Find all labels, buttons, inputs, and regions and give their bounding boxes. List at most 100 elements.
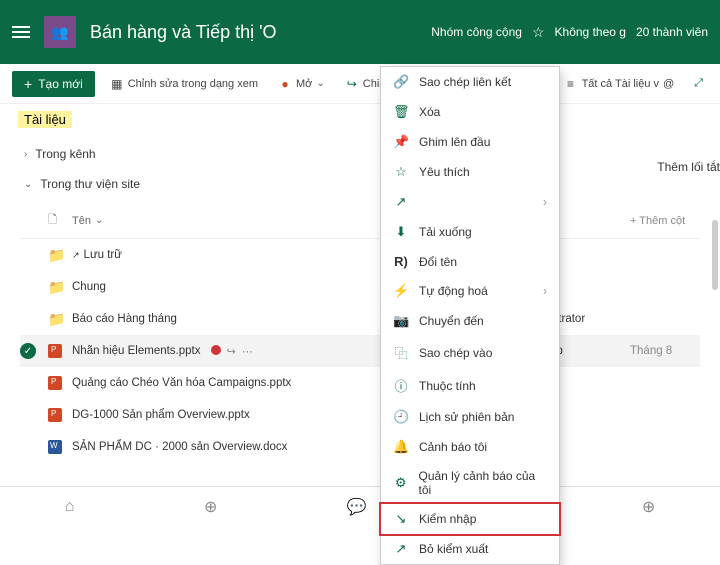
menu-label: Tải xuống: [419, 225, 472, 239]
modifiedby-cell: n: [550, 409, 630, 421]
menu-icon: 📌: [393, 134, 409, 150]
menu-icon: 🕘: [393, 409, 409, 425]
expand-icon[interactable]: ⤢: [689, 74, 708, 93]
menu-icon: ⚡: [393, 283, 409, 299]
check-icon[interactable]: ✓: [20, 343, 36, 359]
menu-label: Cảnh báo tôi: [419, 440, 487, 454]
menu-label: Quản lý cảnh báo của tôi: [418, 469, 547, 497]
menu-item[interactable]: ⚙ Quản lý cảnh báo của tôi: [381, 462, 559, 504]
chevron-down-icon: ⌄: [24, 179, 32, 190]
menu-item[interactable]: ☆ Yêu thích: [381, 157, 559, 187]
file-row[interactable]: 📁Chung: [20, 271, 700, 303]
menu-item[interactable]: R) Đổi tên: [381, 247, 559, 276]
view-selector[interactable]: ≡Tất cả Tài liệu v@: [559, 74, 680, 94]
more-icon[interactable]: ⋯: [242, 345, 253, 358]
menu-icon: ⬇: [393, 224, 409, 240]
library-title: Tài liệu: [0, 104, 720, 135]
menu-icon: 📷: [393, 313, 409, 329]
checkout-icon: [211, 345, 221, 355]
menu-item[interactable]: ↘ Kiểm nhập: [379, 502, 561, 536]
menu-label: Sao chép liên kết: [419, 75, 511, 89]
menu-icon: ⓘ: [393, 376, 409, 395]
menu-item[interactable]: 🗑 Xóa: [381, 97, 559, 127]
menu-label: Ghim lên đầu: [419, 135, 490, 149]
menu-icon: ↗: [393, 194, 409, 210]
menu-icon: R): [393, 254, 409, 269]
menu-icon: 🔔: [393, 439, 409, 455]
menu-item[interactable]: ⬇ Tải xuống: [381, 217, 559, 247]
modifiedby-cell: pp: [550, 345, 630, 357]
add-shortcut[interactable]: Thêm lối tắt: [657, 156, 720, 178]
menu-item[interactable]: ⓘ Thuộc tính: [381, 369, 559, 402]
menu-icon: ↘: [393, 511, 409, 527]
menu-label: Đổi tên: [419, 255, 457, 269]
menu-label: Xóa: [419, 105, 440, 119]
site-logo: 👥: [44, 16, 76, 48]
file-type-header[interactable]: 🗋: [48, 211, 72, 230]
share-icon[interactable]: ↪: [227, 345, 236, 358]
menu-label: Sao chép vào: [419, 346, 492, 360]
tree-channel[interactable]: ›Trong kênh: [0, 139, 720, 169]
menu-label: Tự động hoá: [419, 284, 488, 298]
add-column[interactable]: + Thêm cột: [630, 215, 700, 227]
list-icon: ≡: [564, 77, 578, 91]
menu-icon: 🗑: [393, 104, 409, 120]
grid-icon: ▦: [110, 77, 124, 91]
menu-icon: 🔗: [393, 74, 409, 90]
folder-icon: 📁: [48, 247, 65, 263]
powerpoint-icon: [48, 376, 62, 390]
menu-item[interactable]: ⚡ Tự động hoá: [381, 276, 559, 306]
open-icon: ●: [278, 77, 292, 91]
menu-item[interactable]: 🔔 Cảnh báo tôi: [381, 432, 559, 462]
modifiedby-cell: istrator: [550, 313, 630, 325]
powerpoint-icon: [48, 408, 62, 422]
group-type: Nhóm công cộng: [431, 25, 522, 39]
column-headers: 🗋 Tên⌄ Sửa đổi y + Thêm cột: [20, 203, 700, 239]
members-count[interactable]: 20 thành viên: [636, 25, 708, 39]
edit-in-view[interactable]: ▦Chỉnh sửa trong dạng xem: [105, 74, 263, 94]
menu-label: Thuộc tính: [419, 379, 476, 393]
menu-item[interactable]: 🔗 Sao chép liên kết: [381, 67, 559, 97]
menu-item[interactable]: ⿻ Sao chép vào: [381, 336, 559, 369]
file-row[interactable]: 📁↗Lưu trữĐồng ý: [20, 239, 700, 271]
menu-label: Yêu thích: [419, 165, 470, 179]
file-row[interactable]: DG-1000 Sản phẩm Overview.pptxTháng 8n: [20, 399, 700, 431]
folder-icon: 📁: [48, 311, 65, 327]
hamburger-menu[interactable]: [12, 26, 30, 38]
share-icon: ↪: [345, 77, 359, 91]
nav-globe-icon[interactable]: ⊕: [204, 497, 217, 517]
chevron-right-icon: ›: [24, 149, 27, 160]
menu-label: Kiểm nhập: [419, 512, 476, 526]
menu-item[interactable]: 🕘 Lịch sử phiên bản: [381, 402, 559, 432]
menu-item[interactable]: 📌 Ghim lên đầu: [381, 127, 559, 157]
follow-label[interactable]: Không theo g: [555, 25, 626, 39]
site-title: Bán hàng và Tiếp thị 'O: [90, 22, 431, 43]
file-row[interactable]: 📁Báo cáo Hàng thángTháng 8istrator: [20, 303, 700, 335]
nav-chat-icon[interactable]: 💬: [347, 497, 367, 517]
menu-label: Chuyển đến: [419, 314, 484, 328]
scrollbar[interactable]: [712, 220, 718, 290]
open-button[interactable]: ●Mở⌄: [273, 74, 330, 94]
file-row[interactable]: SẢN PHẨM DC · 2000 sản Overview.docxAugu…: [20, 431, 700, 463]
context-menu: 🔗 Sao chép liên kết 🗑 Xóa 📌 Ghim lên đầu ☆ Yêu …: [380, 66, 560, 565]
new-button[interactable]: Tạo mới: [12, 71, 95, 97]
nav-home-icon[interactable]: ⌂: [65, 498, 75, 516]
tree-library[interactable]: ⌄Trong thư viện site: [0, 169, 720, 199]
menu-label: Bỏ kiểm xuất: [419, 542, 488, 556]
word-icon: [48, 440, 62, 454]
menu-icon: ⿻: [393, 343, 409, 362]
file-row[interactable]: Quảng cáo Chéo Văn hóa Campaigns.pptxThá…: [20, 367, 700, 399]
menu-item[interactable]: 📷 Chuyển đến: [381, 306, 559, 336]
menu-item[interactable]: ↗: [381, 187, 559, 217]
menu-item[interactable]: ↗ Bỏ kiểm xuất: [381, 534, 559, 564]
nav-add-icon[interactable]: ⊕: [642, 497, 655, 517]
follow-star-icon[interactable]: ☆: [532, 24, 545, 41]
menu-icon: ↗: [393, 541, 409, 557]
menu-icon: ☆: [393, 164, 409, 180]
folder-icon: 📁: [48, 279, 65, 295]
menu-icon: ⚙: [393, 475, 408, 491]
menu-label: Lịch sử phiên bản: [419, 410, 514, 424]
powerpoint-icon: [48, 344, 62, 358]
file-row[interactable]: ✓Nhãn hiệu Elements.pptx↪⋯Chúng tôippThá…: [20, 335, 700, 367]
modifiedby-header[interactable]: y: [550, 215, 630, 227]
